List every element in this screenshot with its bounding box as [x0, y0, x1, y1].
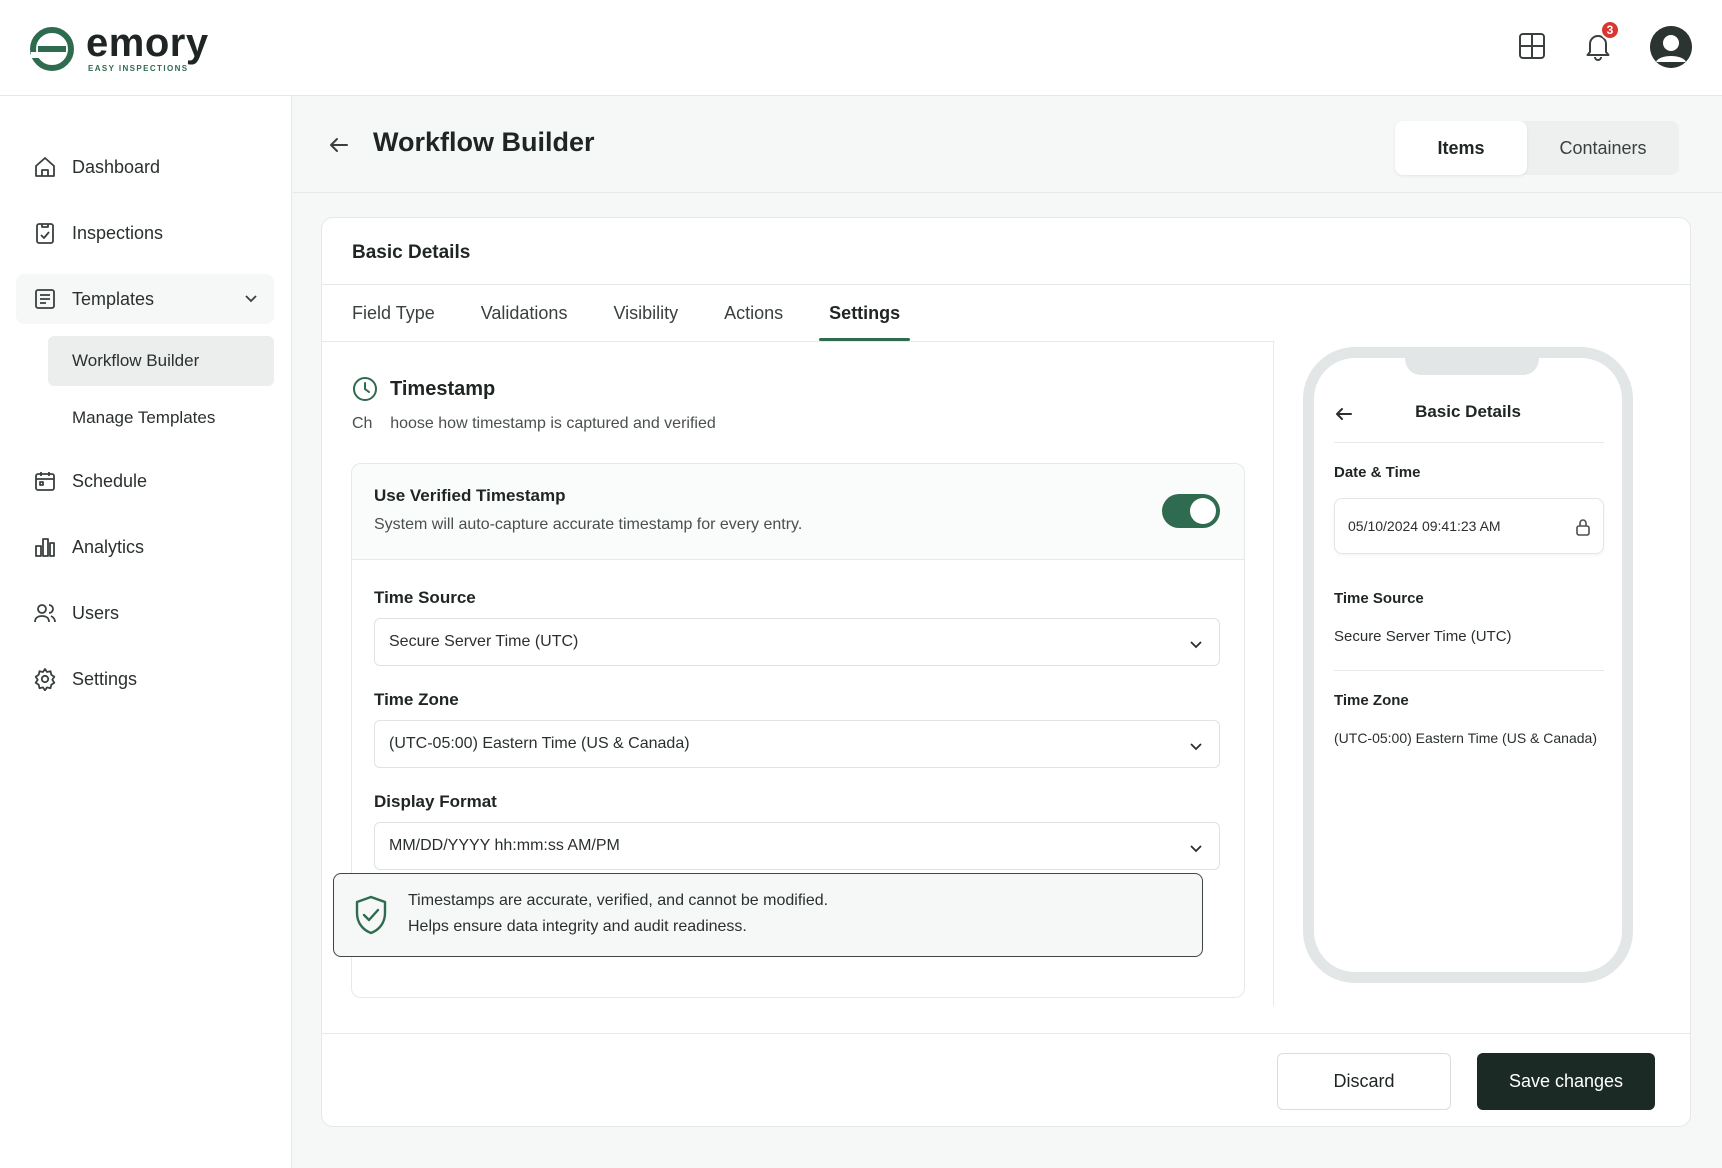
sidebar-subitem-workflow-builder[interactable]: Workflow Builder — [48, 336, 274, 386]
divider — [1334, 670, 1604, 671]
top-bar: emory EASY INSPECTIONS 3 — [0, 0, 1722, 96]
section-title: Timestamp — [390, 377, 496, 400]
display-format-label: Display Format — [374, 792, 497, 811]
preview-time-zone-label: Time Zone — [1334, 692, 1409, 709]
brand-name: emory — [86, 21, 209, 65]
sidebar-item-label: Templates — [72, 288, 155, 309]
chevron-down-icon — [1187, 737, 1205, 755]
clipboard-check-icon — [32, 220, 58, 246]
chevron-down-icon — [1187, 839, 1205, 857]
sidebar-item-label: Settings — [72, 668, 138, 689]
integrity-notice: Timestamps are accurate, verified, and c… — [333, 873, 1203, 957]
items-containers-toggle: Items Containers — [1395, 121, 1679, 175]
time-source-select[interactable]: Secure Server Time (UTC) — [374, 618, 1220, 666]
divider — [322, 1033, 1690, 1034]
select-value: (UTC-05:00) Eastern Time (US & Canada) — [389, 735, 690, 752]
sidebar-item-dashboard[interactable]: Dashboard — [16, 142, 274, 192]
time-zone-label: Time Zone — [374, 690, 459, 709]
calendar-icon — [32, 468, 58, 494]
template-icon — [32, 286, 58, 312]
bell-icon[interactable]: 3 — [1580, 20, 1620, 64]
verified-timestamp-toggle[interactable] — [1162, 494, 1220, 528]
sidebar-item-label: Users — [72, 602, 120, 623]
preview-time-zone-value: (UTC-05:00) Eastern Time (US & Canada) — [1334, 730, 1597, 746]
users-icon — [32, 600, 58, 626]
save-changes-button[interactable]: Save changes — [1477, 1053, 1655, 1110]
sidebar-item-label: Schedule — [72, 470, 148, 491]
bar-chart-icon — [32, 534, 58, 560]
sidebar-item-label: Dashboard — [72, 156, 161, 177]
tab-containers[interactable]: Containers — [1527, 121, 1679, 175]
home-icon — [32, 154, 58, 180]
verified-timestamp-row: Use Verified Timestamp System will auto-… — [352, 464, 1244, 560]
logo-mark-icon — [30, 26, 74, 71]
timestamp-section-header: Timestamp — [352, 376, 495, 402]
sidebar-item-analytics[interactable]: Analytics — [16, 522, 274, 572]
sidebar: Dashboard Inspections Templates Workflow… — [0, 96, 292, 1168]
sidebar-item-label: Analytics — [72, 536, 145, 557]
gear-icon — [32, 666, 58, 692]
notice-line-2: Helps ensure data integrity and audit re… — [408, 918, 747, 935]
sidebar-item-users[interactable]: Users — [16, 588, 274, 638]
tab-field-type[interactable]: Field Type — [352, 285, 445, 341]
user-avatar-icon[interactable] — [1650, 26, 1692, 68]
divider — [1273, 341, 1274, 1006]
phone-notch — [1405, 347, 1539, 375]
notification-count-badge: 3 — [1600, 20, 1620, 40]
brand-tagline: EASY INSPECTIONS — [88, 64, 189, 73]
page-header: Workflow Builder Items Containers — [293, 97, 1722, 193]
tab-visibility[interactable]: Visibility — [603, 285, 688, 341]
time-source-label: Time Source — [374, 588, 476, 607]
preview-time-source-label: Time Source — [1334, 590, 1424, 607]
sidebar-item-inspections[interactable]: Inspections — [16, 208, 274, 258]
select-value: MM/DD/YYYY hh:mm:ss AM/PM — [389, 837, 620, 854]
preview-date-time-value: 05/10/2024 09:41:23 AM — [1348, 518, 1501, 534]
sidebar-subitem-manage-templates[interactable]: Manage Templates — [48, 393, 274, 443]
divider — [322, 341, 1274, 342]
grid-icon[interactable] — [1514, 28, 1550, 64]
verified-timestamp-title: Use Verified Timestamp — [374, 486, 566, 505]
sidebar-item-schedule[interactable]: Schedule — [16, 456, 274, 506]
verified-timestamp-description: System will auto-capture accurate timest… — [374, 516, 803, 533]
field-tabs: Field Type Validations Visibility Action… — [352, 285, 936, 341]
lock-icon — [1575, 518, 1591, 536]
divider — [1334, 442, 1604, 443]
shield-check-icon — [352, 894, 390, 936]
toggle-knob — [1190, 498, 1216, 524]
preview-date-time-label: Date & Time — [1334, 464, 1421, 481]
tab-items[interactable]: Items — [1395, 121, 1527, 175]
preview-time-source-value: Secure Server Time (UTC) — [1334, 628, 1512, 645]
chevron-down-icon[interactable] — [242, 289, 260, 307]
clock-icon — [352, 376, 378, 402]
sidebar-item-templates[interactable]: Templates — [16, 274, 274, 324]
sidebar-item-label: Inspections — [72, 222, 164, 243]
tab-validations[interactable]: Validations — [471, 285, 578, 341]
select-value: Secure Server Time (UTC) — [389, 633, 579, 650]
discard-button[interactable]: Discard — [1277, 1053, 1451, 1110]
section-description: Ch hoose how timestamp is captured and v… — [352, 415, 716, 432]
preview-title: Basic Details — [1415, 402, 1521, 421]
mobile-preview: Basic Details Date & Time 05/10/2024 09:… — [1303, 347, 1633, 983]
page-title: Workflow Builder — [373, 127, 595, 157]
tab-actions[interactable]: Actions — [714, 285, 793, 341]
preview-date-time-field: 05/10/2024 09:41:23 AM — [1334, 498, 1604, 554]
display-format-select[interactable]: MM/DD/YYYY hh:mm:ss AM/PM — [374, 822, 1220, 870]
brand-logo[interactable]: emory EASY INSPECTIONS — [28, 21, 209, 73]
time-zone-select[interactable]: (UTC-05:00) Eastern Time (US & Canada) — [374, 720, 1220, 768]
sidebar-item-settings[interactable]: Settings — [16, 654, 274, 704]
notice-line-1: Timestamps are accurate, verified, and c… — [408, 892, 829, 909]
card-title: Basic Details — [352, 242, 471, 263]
tab-settings[interactable]: Settings — [819, 285, 911, 341]
chevron-down-icon — [1187, 635, 1205, 653]
back-arrow-icon[interactable] — [327, 133, 351, 157]
